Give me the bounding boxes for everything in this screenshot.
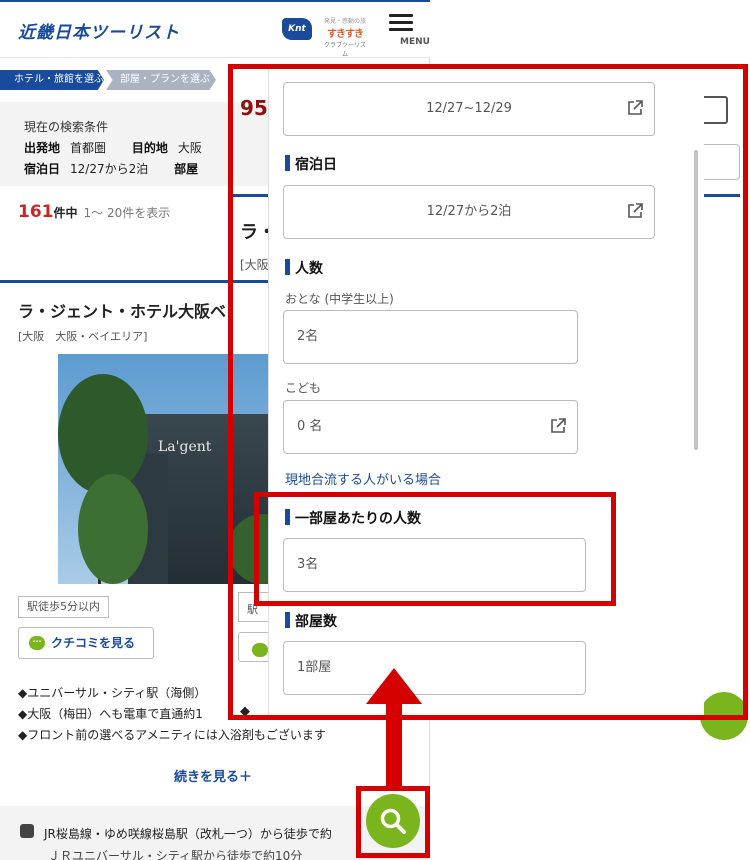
stay-field[interactable]: 12/27から2泊 (283, 185, 655, 239)
photo-hotel-sign: La'gent (158, 439, 212, 455)
walk-distance-badge: 駅徒歩5分以内 (18, 596, 109, 618)
menu-label: MENU (400, 37, 430, 47)
bg-divider (230, 194, 270, 197)
people-heading: 人数 (285, 258, 323, 278)
hamburger-icon (389, 14, 413, 17)
panel-scrollbar[interactable] (694, 150, 698, 450)
screenshot-stage: 近畿日本ツーリスト Knt 発見・感動の旅 すきすき クラブツーリズム MENU… (0, 0, 750, 860)
search-fab-fragment (700, 692, 748, 740)
rooms-count-value: 1部屋 (297, 660, 332, 675)
train-icon (20, 824, 34, 838)
adult-count-value: 2名 (297, 329, 319, 344)
walk-badge-fragment: 駅 (238, 592, 272, 622)
access-line-1: JR桜島線・ゆめ咲線桜島駅（改札一つ）から徒歩で約 (44, 827, 332, 841)
site-header: 近畿日本ツーリスト Knt 発見・感動の旅 すきすき クラブツーリズム MENU (0, 0, 430, 58)
external-link-icon (700, 96, 728, 124)
result-count-unit: 件中 (53, 206, 78, 220)
departure-value: 首都圏 (70, 141, 107, 155)
access-line-2: ＪＲユニバーサル・シティ駅から徒歩で約10分 (48, 849, 303, 860)
room-label: 部屋 (174, 162, 199, 176)
result-range: 1〜 20件を表示 (83, 206, 171, 220)
hotel-area-fragment: [大阪 (240, 258, 269, 272)
sub-logo-mark: すきすき (327, 29, 364, 40)
adult-count-field[interactable]: 2名 (283, 310, 578, 364)
per-room-count-field[interactable]: 3名 (283, 538, 586, 592)
stay-heading: 宿泊日 (285, 154, 337, 174)
hamburger-icon-bar (389, 28, 413, 31)
menu-button[interactable]: MENU (384, 14, 430, 50)
review-button[interactable]: ··· クチコミを見る (18, 627, 154, 659)
feature-fragment: ◆ (240, 704, 250, 719)
result-count-number: 161 (18, 202, 54, 222)
sub-logo-name: クラブツーリズム (324, 42, 367, 58)
destination-label: 目的地 (131, 141, 168, 155)
chat-bubble-icon: ··· (29, 636, 45, 650)
rooms-count-field[interactable]: 1部屋 (283, 641, 586, 695)
feature-line: ◆ユニバーサル・シティ駅（海側） (18, 686, 207, 700)
chat-bubble-icon (252, 643, 268, 657)
breadcrumb-step-hotel[interactable]: ホテル・旅館を選ぶ (0, 70, 104, 90)
result-count: 161件中 1〜 20件を表示 (18, 202, 170, 222)
knt-logo[interactable]: Knt (282, 18, 312, 40)
child-label: こども (285, 381, 322, 395)
feature-line: ◆大阪（梅田）へも電車で直通約1 (18, 707, 203, 721)
breadcrumb-step-plan[interactable]: 部屋・プランを選ぶ (106, 70, 216, 90)
departure-label: 出発地 (24, 141, 61, 155)
adult-label: おとな (中学生以上) (285, 292, 394, 306)
feature-line: ◆フロント前の選べるアメニティには入浴剤もございます (18, 728, 326, 742)
per-room-count-value: 3名 (297, 557, 319, 572)
stay-value: 12/27から2泊 (70, 162, 149, 176)
join-at-destination-link[interactable]: 現地合流する人がいる場合 (285, 469, 441, 488)
rooms-heading: 部屋数 (285, 611, 337, 631)
club-tourism-logo[interactable]: 発見・感動の旅 すきすき クラブツーリズム (324, 16, 367, 58)
stay-label: 宿泊日 (24, 162, 61, 176)
hotel-area: [大阪 大阪・ベイエリア] (18, 330, 148, 343)
review-button-label: クチコミを見る (51, 636, 136, 650)
annotation-arrow-shaft (386, 700, 402, 788)
external-link-icon (626, 99, 644, 117)
search-button[interactable] (366, 794, 420, 848)
per-room-heading: 一部屋あたりの人数 (285, 508, 421, 528)
child-count-value: 0 名 (297, 419, 323, 434)
site-logo[interactable]: 近畿日本ツーリスト (18, 18, 180, 43)
external-link-icon (626, 202, 644, 220)
annotation-arrow-head (366, 668, 422, 704)
price-fragment: 95 (240, 96, 268, 120)
stay-field-value: 12/27から2泊 (426, 204, 512, 219)
read-more-link[interactable]: 続きを見る＋ (174, 766, 252, 785)
child-count-field[interactable]: 0 名 (283, 400, 578, 454)
input-fragment (700, 144, 740, 180)
dates-field[interactable]: 12/27~12/29 (283, 82, 655, 136)
destination-value: 大阪 (177, 141, 202, 155)
search-condition-panel: 12/27~12/29 宿泊日 12/27から2泊 人数 おとな (中学生以上)… (268, 66, 704, 718)
external-link-icon (549, 417, 567, 435)
photo-tree (78, 474, 148, 584)
dates-value: 12/27~12/29 (426, 101, 512, 116)
sub-logo-tagline: 発見・感動の旅 (324, 18, 367, 25)
bg-divider (700, 194, 740, 197)
search-icon (380, 808, 406, 834)
hamburger-icon-bar (389, 21, 413, 24)
